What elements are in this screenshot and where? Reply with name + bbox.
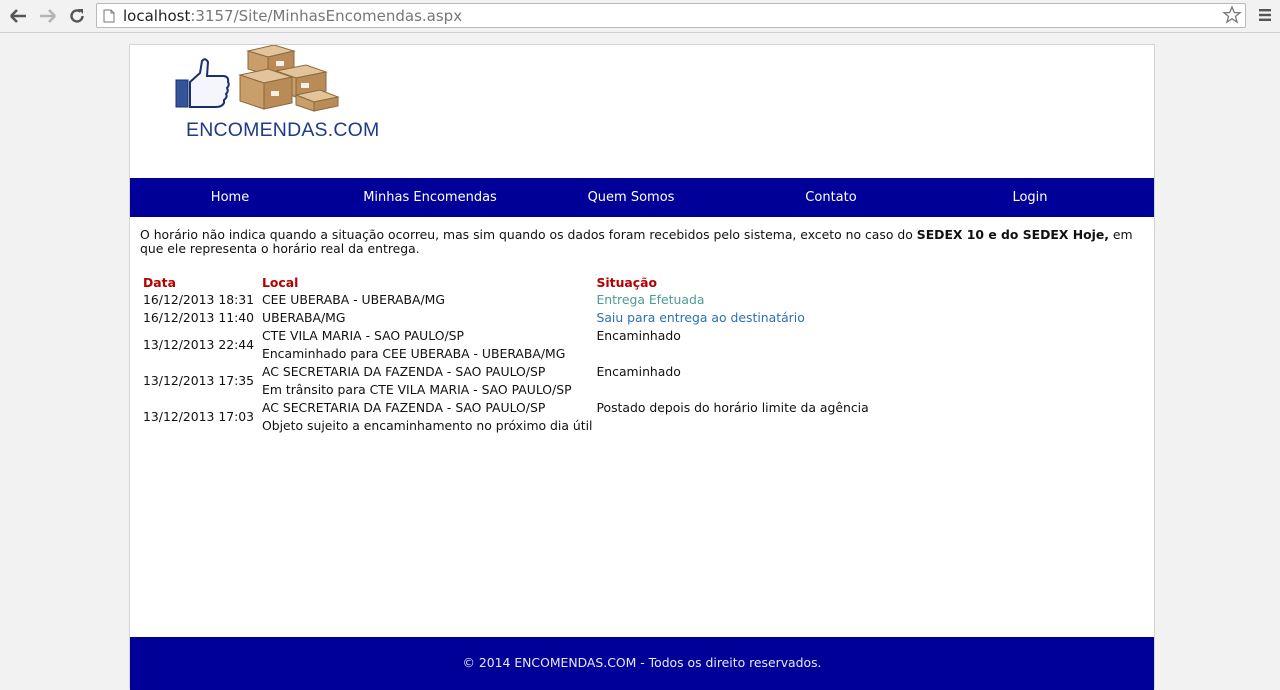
table-row: 13/12/2013 17:03 AC SECRETARIA DA FAZEND… xyxy=(141,399,871,435)
row-status: Saiu para entrega ao destinatário xyxy=(596,310,805,325)
row-detail: Em trânsito para CTE VILA MARIA - SAO PA… xyxy=(262,382,572,397)
page-container: ENCOMENDAS.COM Home Minhas Encomendas Qu… xyxy=(129,44,1155,690)
column-header-location: Local xyxy=(262,274,299,290)
main-nav: Home Minhas Encomendas Quem Somos Contat… xyxy=(130,178,1154,217)
table-row: 13/12/2013 17:35 AC SECRETARIA DA FAZEND… xyxy=(141,363,871,399)
forward-button[interactable] xyxy=(37,5,59,27)
tracking-notice: O horário não indica quando a situação o… xyxy=(140,228,1144,256)
forward-arrow-icon xyxy=(40,9,56,23)
row-date: 13/12/2013 17:35 xyxy=(143,373,255,388)
logo-graphic xyxy=(175,44,340,112)
thumbs-up-icon xyxy=(175,58,230,108)
nav-home[interactable]: Home xyxy=(130,178,330,217)
package-boxes-icon xyxy=(238,44,340,112)
table-row: 16/12/2013 11:40 UBERABA/MG Saiu para en… xyxy=(141,309,871,327)
reload-button[interactable] xyxy=(66,5,88,27)
row-status: Entrega Efetuada xyxy=(596,292,705,307)
row-date: 16/12/2013 18:31 xyxy=(143,292,255,307)
column-header-status: Situação xyxy=(596,274,657,290)
site-logo[interactable]: ENCOMENDAS.COM xyxy=(156,44,386,145)
notice-bold-text: SEDEX 10 e do SEDEX Hoje, xyxy=(916,227,1109,242)
row-location-cell: AC SECRETARIA DA FAZENDA - SAO PAULO/SP … xyxy=(260,363,594,399)
nav-contato[interactable]: Contato xyxy=(731,178,931,217)
browser-menu-button[interactable] xyxy=(1258,7,1272,26)
tracking-table: Data Local Situação 16/12/2013 18:31 CEE… xyxy=(141,273,871,435)
row-detail: Encaminhado para CEE UBERABA - UBERABA/M… xyxy=(262,346,566,361)
address-bar[interactable]: localhost:3157/Site/MinhasEncomendas.asp… xyxy=(96,3,1246,28)
page-icon xyxy=(103,9,115,23)
nav-login[interactable]: Login xyxy=(930,178,1130,217)
back-button[interactable] xyxy=(7,5,29,27)
logo-text: ENCOMENDAS.COM xyxy=(186,119,380,141)
browser-toolbar: localhost:3157/Site/MinhasEncomendas.asp… xyxy=(0,0,1280,33)
nav-quem-somos[interactable]: Quem Somos xyxy=(531,178,731,217)
column-header-date: Data xyxy=(143,274,176,290)
row-date: 13/12/2013 17:03 xyxy=(143,409,255,424)
row-location: AC SECRETARIA DA FAZENDA - SAO PAULO/SP xyxy=(262,400,546,415)
row-status: Encaminhado xyxy=(596,328,681,343)
row-status: Postado depois do horário limite da agên… xyxy=(596,400,869,415)
row-date: 13/12/2013 22:44 xyxy=(143,337,255,352)
row-detail: Objeto sujeito a encaminhamento no próxi… xyxy=(262,418,593,433)
notice-text: O horário não indica quando a situação o… xyxy=(140,227,917,242)
row-location-cell: AC SECRETARIA DA FAZENDA - SAO PAULO/SP … xyxy=(260,399,594,435)
back-arrow-icon xyxy=(10,9,26,23)
nav-minhas-encomendas[interactable]: Minhas Encomendas xyxy=(330,178,530,217)
row-location: CEE UBERABA - UBERABA/MG xyxy=(262,292,445,307)
table-row: 16/12/2013 18:31 CEE UBERABA - UBERABA/M… xyxy=(141,291,871,309)
row-status: Encaminhado xyxy=(596,364,681,379)
footer: © 2014 ENCOMENDAS.COM - Todos os direito… xyxy=(130,637,1154,690)
table-header-row: Data Local Situação xyxy=(141,273,871,291)
row-location: CTE VILA MARIA - SAO PAULO/SP xyxy=(262,328,464,343)
reload-icon xyxy=(70,9,84,23)
row-location-cell: CTE VILA MARIA - SAO PAULO/SP Encaminhad… xyxy=(260,327,594,363)
row-date: 16/12/2013 11:40 xyxy=(143,310,255,325)
url-text[interactable]: localhost:3157/Site/MinhasEncomendas.asp… xyxy=(123,7,462,25)
table-row: 13/12/2013 22:44 CTE VILA MARIA - SAO PA… xyxy=(141,327,871,363)
row-location: UBERABA/MG xyxy=(262,310,346,325)
bookmark-star-icon[interactable] xyxy=(1222,5,1242,25)
row-location: AC SECRETARIA DA FAZENDA - SAO PAULO/SP xyxy=(262,364,546,379)
hamburger-menu-icon xyxy=(1259,9,1271,21)
